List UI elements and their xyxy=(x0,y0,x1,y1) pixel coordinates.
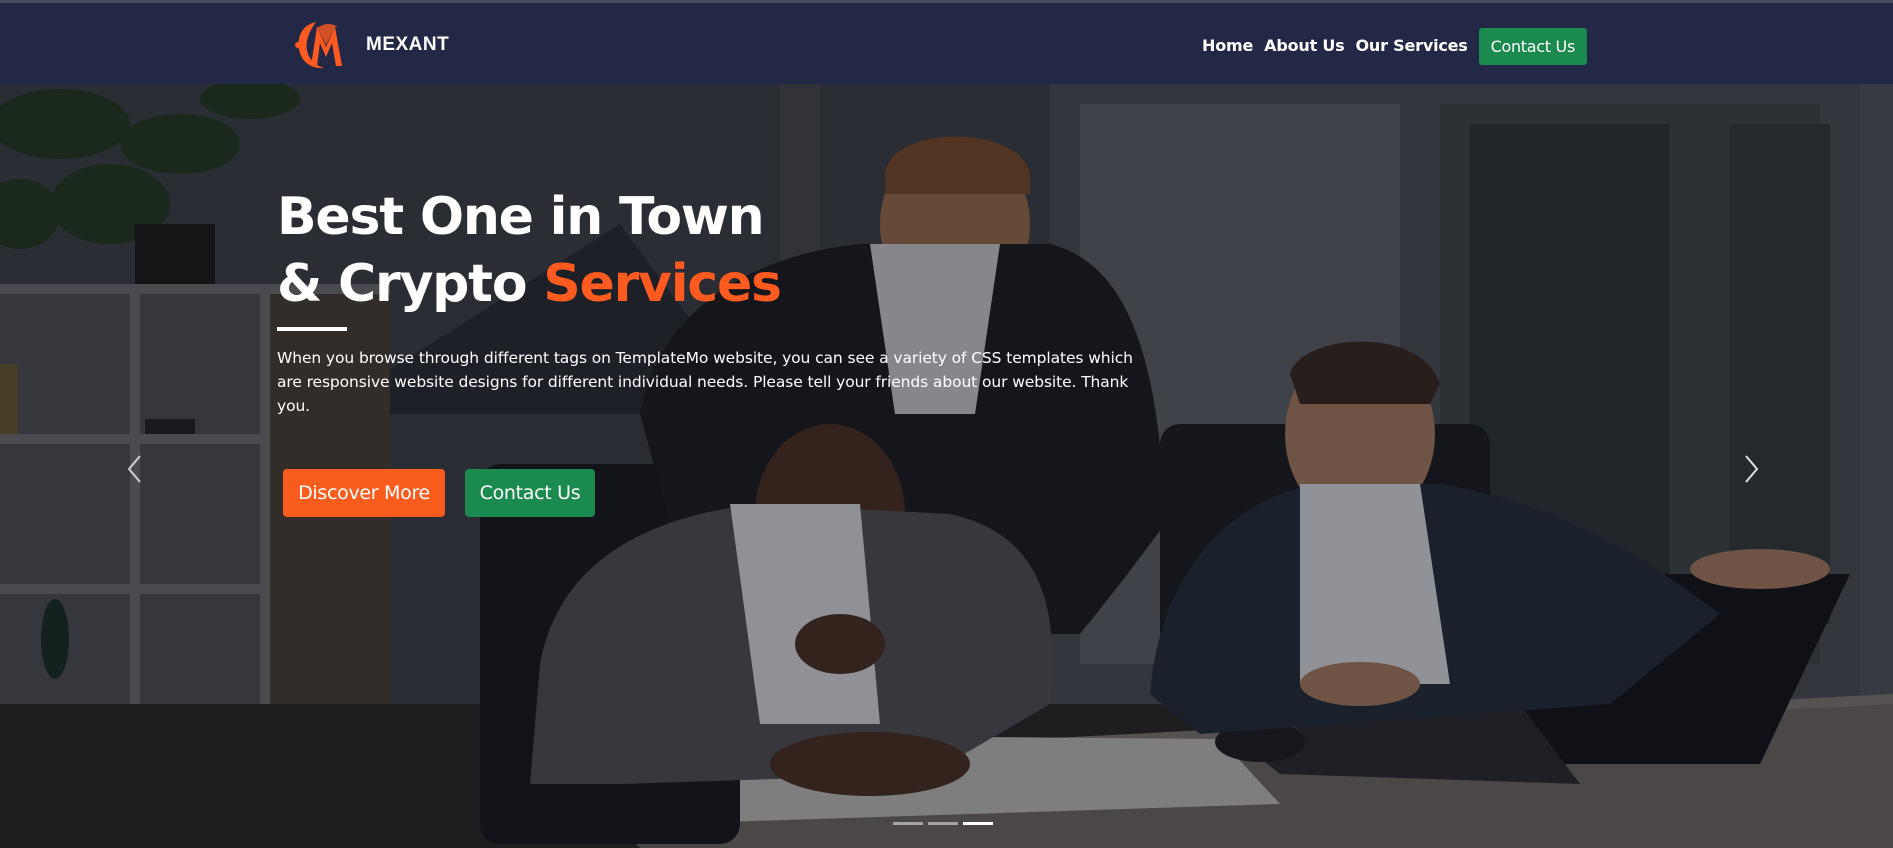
brand[interactable]: MEXANT xyxy=(294,19,449,71)
hero-carousel: Best One in Town & Crypto Services When … xyxy=(0,84,1893,848)
hero-title: Best One in Town & Crypto Services xyxy=(277,184,782,318)
nav-contact-button[interactable]: Contact Us xyxy=(1478,28,1587,65)
nav-about-us[interactable]: About Us xyxy=(1264,36,1345,55)
carousel-indicator-1[interactable] xyxy=(893,822,923,825)
chevron-right-icon xyxy=(1745,455,1759,483)
navbar: MEXANT Home About Us Our Services Contac… xyxy=(0,3,1893,84)
chevron-left-icon xyxy=(127,455,141,483)
carousel-indicator-2[interactable] xyxy=(928,822,958,825)
hero-title-line2: & Crypto xyxy=(277,254,544,314)
nav-home[interactable]: Home xyxy=(1202,36,1253,55)
carousel-prev-button[interactable] xyxy=(120,444,150,494)
nav-our-services[interactable]: Our Services xyxy=(1356,36,1468,55)
main-nav: Home About Us Our Services Contact Us xyxy=(1202,25,1587,65)
discover-more-button[interactable]: Discover More xyxy=(283,469,445,517)
hero-divider xyxy=(277,327,347,331)
hero-title-line1: Best One in Town xyxy=(277,187,765,247)
brand-name: MEXANT xyxy=(366,34,450,55)
mexant-logo-icon xyxy=(295,22,342,69)
carousel-indicators xyxy=(893,822,998,825)
hero-contact-button[interactable]: Contact Us xyxy=(465,469,595,517)
hero-description: When you browse through different tags o… xyxy=(277,349,1133,415)
hero-title-accent: Services xyxy=(543,254,782,314)
carousel-next-button[interactable] xyxy=(1736,444,1766,494)
carousel-indicator-3[interactable] xyxy=(963,822,993,825)
